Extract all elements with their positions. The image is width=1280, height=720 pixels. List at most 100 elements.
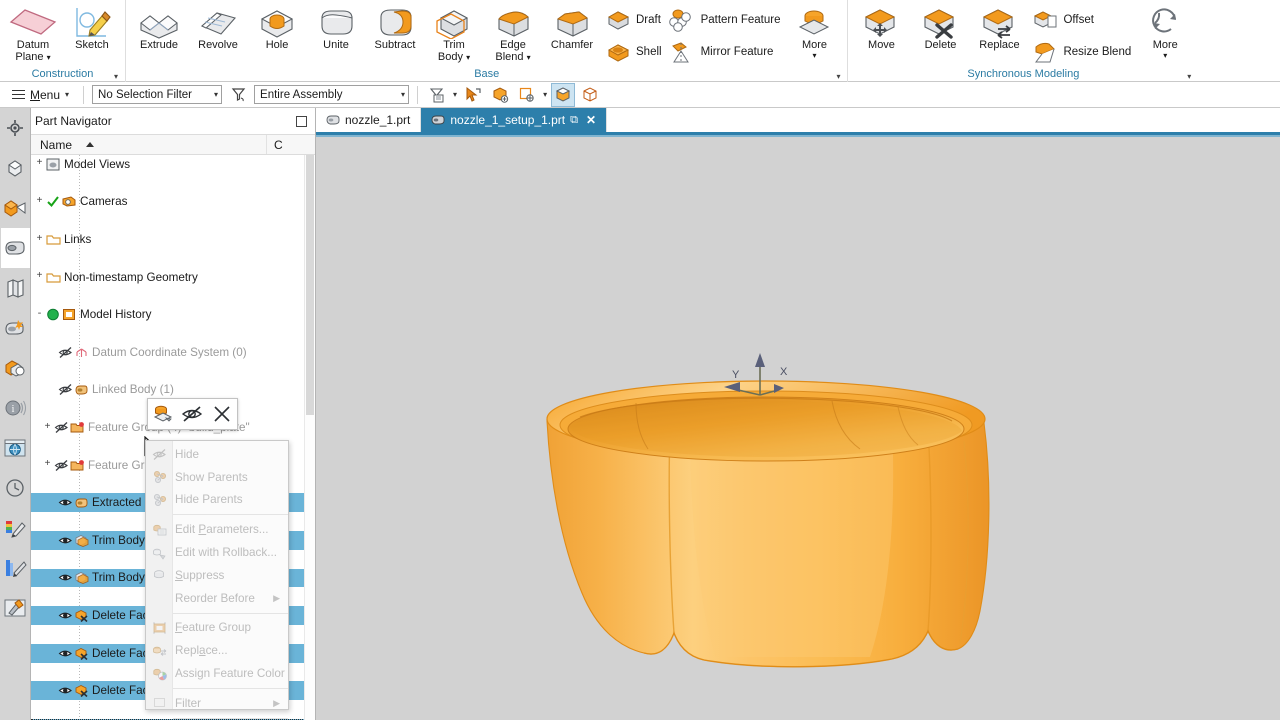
column-header-c[interactable]: C [267,138,283,152]
resize-blend-button[interactable]: Resize Blend [1029,37,1135,66]
close-icon[interactable]: ✕ [586,113,596,127]
base-more-button[interactable]: More ▾ [785,2,843,59]
base-more-caret-icon[interactable]: ▾ [812,53,816,59]
context-menu-item-show-parents[interactable]: Show Parents [146,466,288,489]
hidden-eye-icon[interactable] [53,421,69,434]
move-face-button[interactable]: Move [852,2,910,52]
chamfer-button[interactable]: Chamfer [543,2,601,52]
visible-eye-icon[interactable] [57,571,73,584]
tree-row-cameras[interactable]: + Cameras [31,193,315,212]
system-visual-icon[interactable] [1,588,30,628]
tab-modified-icon[interactable]: ⧉ [570,114,578,127]
shell-button[interactable]: Shell [602,37,666,66]
tree-row-datum-csys[interactable]: Datum Coordinate System (0) [31,343,315,362]
hole-button[interactable]: Hole [248,2,306,52]
context-menu-item-replace[interactable]: Replace... [146,639,288,662]
constraint-navigator-icon[interactable] [1,148,30,188]
feature-filter-icon[interactable] [426,84,448,106]
visible-eye-icon[interactable] [57,647,73,660]
delete-face-button[interactable]: Delete [911,2,969,52]
context-menu-item-edit-with-rollback[interactable]: Edit with Rollback... [146,541,288,564]
trim-body-button[interactable]: TrimBody ▾ [425,2,483,63]
dock-pin-icon[interactable] [296,116,307,127]
edge-blend-button[interactable]: EdgeBlend ▾ [484,2,542,63]
visible-eye-icon[interactable] [57,496,73,509]
chevron-down-icon[interactable]: ▾ [453,90,457,99]
context-menu-item-reorder-before[interactable]: Reorder Before ▶ [146,587,288,610]
scope-combo[interactable]: Entire Assembly ▾ [254,85,409,104]
tree-scrollbar-thumb[interactable] [306,155,314,415]
close-icon[interactable] [209,401,236,427]
expander-icon[interactable]: + [42,422,53,433]
web-browser-library-icon[interactable] [1,268,30,308]
expander-icon[interactable]: + [42,460,53,471]
system-scenes-icon[interactable] [1,548,30,588]
column-header-name[interactable]: Name [31,135,267,154]
tree-row-model-views[interactable]: + Model Views [31,155,315,174]
sketch-button[interactable]: Sketch [63,2,121,52]
chevron-down-icon[interactable]: ▾ [543,90,547,99]
expander-icon[interactable]: + [34,234,45,245]
tree-row-linked-body[interactable]: Linked Body (1) [31,381,315,400]
visible-eye-icon[interactable] [57,534,73,547]
tree-scrollbar[interactable] [304,155,315,720]
group-expand-icon[interactable]: ▾ [114,72,118,81]
history-clock-icon[interactable] [1,468,30,508]
menu-button[interactable]: Menu ▾ [6,86,75,104]
tab-nozzle-1[interactable]: nozzle_1.prt [316,108,421,132]
context-menu-item-edit-parameters[interactable]: Edit Parameters... [146,518,288,541]
revolve-button[interactable]: Revolve [189,2,247,52]
visible-eye-icon[interactable] [57,684,73,697]
assembly-navigator-icon[interactable] [1,108,30,148]
group-expand-icon-sync[interactable]: ▾ [1187,72,1191,81]
context-menu-item-hide-parents[interactable]: Hide Parents [146,489,288,512]
context-menu-item-assign-feature-color[interactable]: Assign Feature Color [146,662,288,685]
extrude-button[interactable]: Extrude [130,2,188,52]
expander-icon[interactable]: - [34,309,45,320]
tree-row-links[interactable]: + Links [31,230,315,249]
select-datum-icon[interactable] [516,84,538,106]
unite-button[interactable]: Unite [307,2,365,52]
context-menu-item-feature-group[interactable]: Feature Group [146,617,288,640]
edit-feature-icon[interactable] [149,401,176,427]
roles-icon[interactable] [1,348,30,388]
context-menu-item-filter[interactable]: Filter ▶ [146,692,288,715]
visible-eye-icon[interactable] [57,609,73,622]
select-solid-bodies-icon[interactable] [489,84,511,106]
hide-icon[interactable] [179,401,206,427]
hidden-eye-icon[interactable] [57,346,73,359]
expander-icon[interactable]: + [34,272,45,283]
datum-plane-button[interactable]: DatumPlane ▾ [4,2,62,63]
replace-face-button[interactable]: Replace [970,2,1028,52]
shaded-with-edges-icon[interactable] [552,84,574,106]
context-menu-item-suppress[interactable]: Suppress [146,564,288,587]
group-expand-icon-base[interactable]: ▾ [836,72,840,81]
part-navigator-icon[interactable] [1,228,30,268]
mirror-feature-button[interactable]: Mirror Feature [667,37,785,66]
history-palette-icon[interactable] [1,308,30,348]
help-icon[interactable]: i [1,388,30,428]
subtract-button[interactable]: Subtract [366,2,424,52]
tree-row-non-timestamp-geometry[interactable]: + Non-timestamp Geometry [31,268,315,287]
hidden-eye-icon[interactable] [53,459,69,472]
static-wireframe-icon[interactable] [579,84,601,106]
checkmark-icon[interactable] [45,195,61,208]
select-general-objects-icon[interactable] [462,84,484,106]
pattern-feature-button[interactable]: Pattern Feature [667,5,785,34]
expander-icon[interactable]: + [34,159,45,170]
sync-more-button[interactable]: More ▾ [1136,2,1194,59]
draft-button[interactable]: Draft [602,5,666,34]
graphics-viewport[interactable]: X Y [316,137,1280,720]
internet-explorer-icon[interactable] [1,428,30,468]
system-materials-icon[interactable] [1,508,30,548]
offset-region-button[interactable]: Offset [1029,5,1135,34]
tab-nozzle-1-setup-1[interactable]: nozzle_1_setup_1.prt ⧉ ✕ [421,108,607,132]
sync-more-caret-icon[interactable]: ▾ [1163,53,1167,59]
selection-filter-funnel-icon[interactable] [227,84,249,106]
reuse-library-icon[interactable] [1,188,30,228]
context-menu-item-hide[interactable]: Hide [146,443,288,466]
expander-icon[interactable]: + [34,196,45,207]
selection-filter-combo[interactable]: No Selection Filter ▾ [92,85,222,104]
hidden-eye-icon[interactable] [57,383,73,396]
tree-row-model-history[interactable]: - Model History [31,305,315,324]
